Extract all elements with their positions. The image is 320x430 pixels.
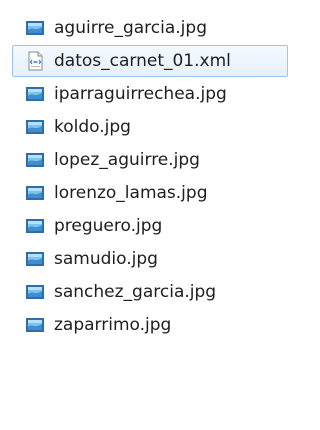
image-file-icon bbox=[26, 87, 44, 101]
file-name: zaparrimo.jpg bbox=[54, 315, 172, 335]
file-item[interactable]: preguero.jpg bbox=[12, 210, 288, 242]
file-list: aguirre_garcia.jpg datos_carnet_01.xml i… bbox=[12, 12, 288, 342]
file-name: koldo.jpg bbox=[54, 117, 131, 137]
file-item-selected[interactable]: datos_carnet_01.xml bbox=[12, 45, 288, 77]
image-file-icon bbox=[26, 318, 44, 332]
image-file-icon bbox=[26, 186, 44, 200]
file-name: aguirre_garcia.jpg bbox=[54, 18, 207, 38]
file-item[interactable]: zaparrimo.jpg bbox=[12, 309, 288, 341]
file-name: iparraguirrechea.jpg bbox=[54, 84, 227, 104]
file-item[interactable]: lopez_aguirre.jpg bbox=[12, 144, 288, 176]
file-item[interactable]: sanchez_garcia.jpg bbox=[12, 276, 288, 308]
file-name: sanchez_garcia.jpg bbox=[54, 282, 217, 302]
image-file-icon bbox=[26, 153, 44, 167]
file-name: lorenzo_lamas.jpg bbox=[54, 183, 208, 203]
image-file-icon bbox=[26, 285, 44, 299]
image-file-icon bbox=[26, 21, 44, 35]
file-name: datos_carnet_01.xml bbox=[54, 51, 231, 71]
image-file-icon bbox=[26, 252, 44, 266]
file-item[interactable]: samudio.jpg bbox=[12, 243, 288, 275]
image-file-icon bbox=[26, 219, 44, 233]
xml-file-icon bbox=[28, 51, 43, 71]
file-name: samudio.jpg bbox=[54, 249, 158, 269]
file-name: preguero.jpg bbox=[54, 216, 163, 236]
image-file-icon bbox=[26, 120, 44, 134]
file-name: lopez_aguirre.jpg bbox=[54, 150, 200, 170]
file-item[interactable]: lorenzo_lamas.jpg bbox=[12, 177, 288, 209]
file-item[interactable]: aguirre_garcia.jpg bbox=[12, 12, 288, 44]
file-item[interactable]: iparraguirrechea.jpg bbox=[12, 78, 288, 110]
file-item[interactable]: koldo.jpg bbox=[12, 111, 288, 143]
